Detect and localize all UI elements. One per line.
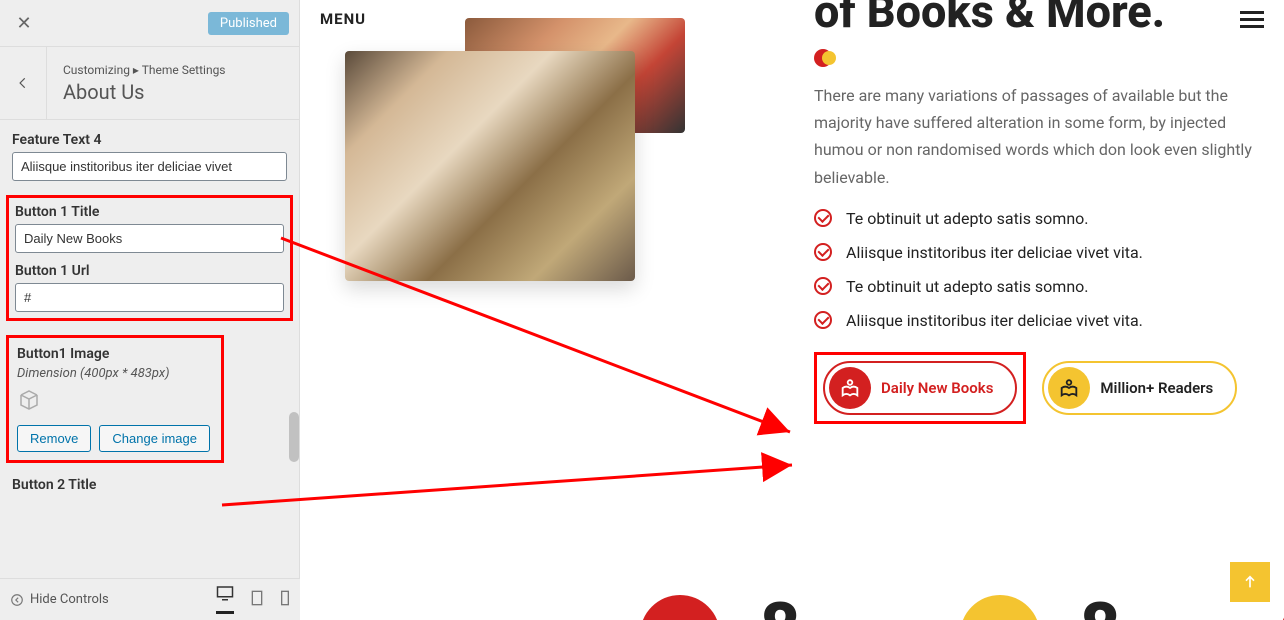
about-paragraph: There are many variations of passages of… xyxy=(814,82,1264,191)
button1-image-label: Button1 Image xyxy=(17,346,213,362)
reader-icon-circle xyxy=(1048,367,1090,409)
scroll-top-button[interactable] xyxy=(1230,562,1270,602)
button1-title-label: Button 1 Title xyxy=(15,204,284,220)
breadcrumb: Customizing ▸ Theme Settings xyxy=(63,63,283,77)
feature-text: Te obtinuit ut adepto satis somno. xyxy=(846,209,1089,228)
desktop-icon xyxy=(216,585,234,601)
button1-title-group: Button 1 Title xyxy=(15,204,284,253)
annotation-box-button1-image: Button1 Image Dimension (400px * 483px) … xyxy=(6,335,224,463)
collapse-icon xyxy=(10,593,24,607)
image-buttons-row: Remove Change image xyxy=(17,425,213,452)
remove-image-button[interactable]: Remove xyxy=(17,425,91,452)
annotation-box-cta-target: Daily New Books xyxy=(814,352,1026,424)
check-circle-icon xyxy=(814,311,832,329)
mobile-icon xyxy=(280,590,290,606)
feature-item: Te obtinuit ut adepto satis somno. xyxy=(814,277,1264,296)
stat-number: 8 xyxy=(1080,588,1120,620)
sidebar-top-bar: ✕ Published xyxy=(0,0,299,47)
desktop-device-button[interactable] xyxy=(216,585,234,614)
book-icon xyxy=(839,377,861,399)
button1-url-input[interactable] xyxy=(15,283,284,312)
preview-pane: MENU of Books & More. There are many var… xyxy=(300,0,1284,620)
feature-item: Aliisque institoribus iter deliciae vive… xyxy=(814,243,1264,262)
sidebar-header: Customizing ▸ Theme Settings About Us xyxy=(0,47,299,120)
feature-text-4-input[interactable] xyxy=(12,152,287,181)
close-button[interactable]: ✕ xyxy=(10,9,38,37)
button1-url-group: Button 1 Url xyxy=(15,263,284,312)
device-switcher xyxy=(216,585,290,614)
hide-controls-button[interactable]: Hide Controls xyxy=(10,592,109,607)
feature-list: Te obtinuit ut adepto satis somno. Aliis… xyxy=(814,209,1264,330)
feature-item: Aliisque institoribus iter deliciae vive… xyxy=(814,311,1264,330)
button1-url-label: Button 1 Url xyxy=(15,263,284,279)
about-image-front xyxy=(345,51,635,281)
button1-title-input[interactable] xyxy=(15,224,284,253)
million-readers-button[interactable]: Million+ Readers xyxy=(1042,361,1237,415)
stat-circle xyxy=(960,595,1040,620)
tablet-icon xyxy=(250,590,264,606)
mobile-device-button[interactable] xyxy=(280,590,290,610)
feature-text: Te obtinuit ut adepto satis somno. xyxy=(846,277,1089,296)
annotation-box-button1-fields: Button 1 Title Button 1 Url xyxy=(6,195,293,321)
sidebar-footer: Hide Controls xyxy=(0,578,300,620)
chevron-left-icon xyxy=(16,76,30,90)
arrow-up-icon xyxy=(1242,574,1258,590)
sidebar-body: Feature Text 4 Button 1 Title Button 1 U… xyxy=(0,120,299,580)
feature-text: Aliisque institoribus iter deliciae vive… xyxy=(846,243,1143,262)
reader-icon xyxy=(1058,377,1080,399)
cta-buttons-row: Daily New Books Million+ Readers xyxy=(814,352,1264,424)
dimension-hint: Dimension (400px * 483px) xyxy=(17,366,213,381)
stat-circle xyxy=(640,595,720,620)
change-image-button[interactable]: Change image xyxy=(99,425,210,452)
cta-label: Million+ Readers xyxy=(1100,379,1213,397)
cta-label: Daily New Books xyxy=(881,379,993,397)
check-circle-icon xyxy=(814,243,832,261)
button2-title-label: Button 2 Title xyxy=(12,477,287,493)
stat-circle xyxy=(1280,595,1284,620)
publish-status-button[interactable]: Published xyxy=(208,12,289,35)
about-title: of Books & More. xyxy=(814,0,1264,34)
back-button[interactable] xyxy=(0,47,47,119)
header-text: Customizing ▸ Theme Settings About Us xyxy=(47,50,299,117)
feature-text-4-label: Feature Text 4 xyxy=(12,132,287,148)
about-text-block: of Books & More. There are many variatio… xyxy=(814,0,1264,424)
scrollbar-thumb[interactable] xyxy=(289,412,299,462)
check-circle-icon xyxy=(814,209,832,227)
image-thumbnail-icon xyxy=(17,387,41,411)
feature-text: Aliisque institoribus iter deliciae vive… xyxy=(846,311,1143,330)
stat-number: 8 xyxy=(760,588,800,620)
book-icon-circle xyxy=(829,367,871,409)
decorative-dot xyxy=(814,49,832,67)
button2-title-group: Button 2 Title xyxy=(12,477,287,493)
check-circle-icon xyxy=(814,277,832,295)
daily-new-books-button[interactable]: Daily New Books xyxy=(823,361,1017,415)
feature-item: Te obtinuit ut adepto satis somno. xyxy=(814,209,1264,228)
section-title: About Us xyxy=(63,80,283,104)
menu-label[interactable]: MENU xyxy=(320,10,366,28)
hide-controls-label: Hide Controls xyxy=(30,592,109,607)
customizer-sidebar: ✕ Published Customizing ▸ Theme Settings… xyxy=(0,0,300,620)
feature-text-4-group: Feature Text 4 xyxy=(12,132,287,181)
tablet-device-button[interactable] xyxy=(250,590,264,610)
